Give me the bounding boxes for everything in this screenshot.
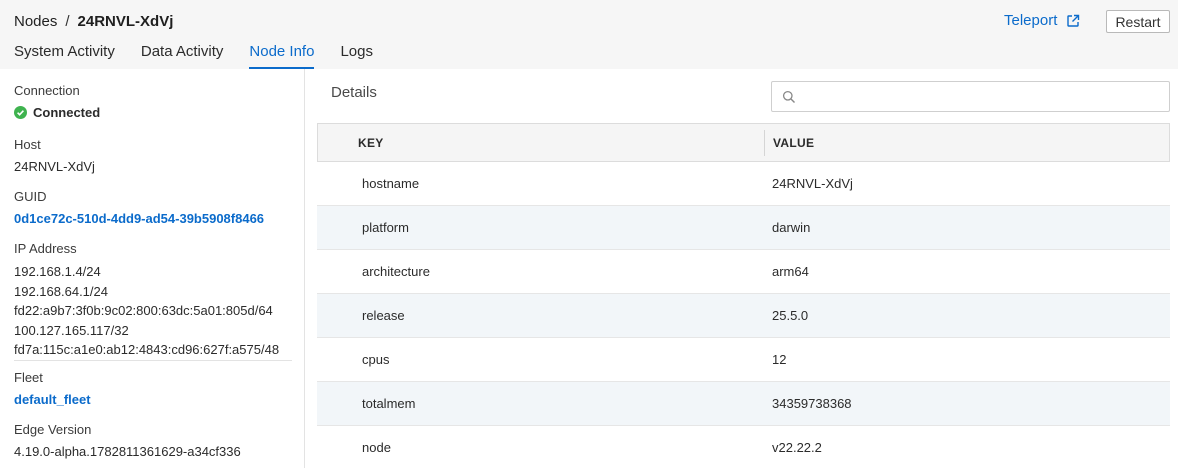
row-key: cpus <box>362 352 390 367</box>
host-value: 24RNVL-XdVj <box>14 159 95 174</box>
teleport-label: Teleport <box>1004 12 1058 29</box>
row-value: 24RNVL-XdVj <box>772 176 853 191</box>
ip-address: 192.168.64.1/24 <box>14 283 108 299</box>
sidebar-divider <box>14 360 292 361</box>
tab-bar: System Activity Data Activity Node Info … <box>14 36 399 69</box>
tab-data-activity[interactable]: Data Activity <box>141 36 224 69</box>
connection-label: Connection <box>14 83 80 98</box>
table-row: node v22.22.2 <box>317 426 1170 468</box>
column-header-value[interactable]: VALUE <box>773 136 814 150</box>
column-divider[interactable] <box>764 130 765 156</box>
table-row: platform darwin <box>317 206 1170 250</box>
connection-status-text: Connected <box>33 105 101 120</box>
breadcrumb-nodes[interactable]: Nodes <box>14 13 57 30</box>
guid-link[interactable]: 0d1ce72c-510d-4dd9-ad54-39b5908f8466 <box>14 211 264 226</box>
details-table: KEY VALUE hostname 24RNVL-XdVj platform … <box>317 123 1170 468</box>
search-icon <box>782 90 795 103</box>
row-key: architecture <box>362 264 430 279</box>
connection-status: Connected <box>14 105 100 120</box>
table-row: hostname 24RNVL-XdVj <box>317 162 1170 206</box>
tab-logs[interactable]: Logs <box>340 36 373 69</box>
edge-version-label: Edge Version <box>14 422 92 437</box>
ip-address: fd22:a9b7:3f0b:9c02:800:63dc:5a01:805d/6… <box>14 303 273 318</box>
row-value: darwin <box>772 220 811 235</box>
ip-address: 192.168.1.4/24 <box>14 264 101 279</box>
row-value: v22.22.2 <box>772 440 822 455</box>
restart-button[interactable]: Restart <box>1106 10 1170 33</box>
column-header-key[interactable]: KEY <box>358 136 384 150</box>
table-row: cpus 12 <box>317 338 1170 382</box>
row-value: arm64 <box>772 264 809 279</box>
host-label: Host <box>14 137 41 152</box>
details-search <box>771 81 1170 112</box>
row-key: release <box>362 308 405 323</box>
breadcrumb: Nodes / 24RNVL-XdVj <box>14 13 173 30</box>
external-link-icon <box>1067 14 1080 27</box>
ip-address: fd7a:115c:a1e0:ab12:4843:cd96:627f:a575/… <box>14 342 280 357</box>
fleet-link[interactable]: default_fleet <box>14 392 91 407</box>
row-key: node <box>362 440 391 455</box>
node-info-sidebar: Connection Connected Host 24RNVL-XdVj GU… <box>0 69 305 468</box>
table-row: release 25.5.0 <box>317 294 1170 338</box>
ip-address-list: 192.168.1.4/24 192.168.64.1/24 fd22:a9b7… <box>14 262 279 360</box>
ip-address-label: IP Address <box>14 241 77 256</box>
check-circle-icon <box>14 106 27 119</box>
tab-system-activity[interactable]: System Activity <box>14 36 115 69</box>
guid-label: GUID <box>14 189 47 204</box>
table-row: totalmem 34359738368 <box>317 382 1170 426</box>
row-value: 34359738368 <box>772 396 852 411</box>
teleport-link[interactable]: Teleport <box>1004 12 1080 29</box>
table-header: KEY VALUE <box>317 123 1170 162</box>
row-key: hostname <box>362 176 420 191</box>
fleet-label: Fleet <box>14 370 43 385</box>
row-value: 25.5.0 <box>772 308 809 323</box>
breadcrumb-separator: / <box>65 13 70 30</box>
row-key: platform <box>362 220 409 235</box>
table-row: architecture arm64 <box>317 250 1170 294</box>
details-heading: Details <box>331 84 377 101</box>
ip-address: 100.127.165.117/32 <box>14 322 129 338</box>
top-bar: Nodes / 24RNVL-XdVj System Activity Data… <box>0 0 1178 69</box>
breadcrumb-current-node: 24RNVL-XdVj <box>77 13 174 30</box>
row-value: 12 <box>772 352 787 367</box>
edge-version-value: 4.19.0-alpha.1782811361629-a34cf336 <box>14 444 241 459</box>
tab-node-info[interactable]: Node Info <box>249 36 315 69</box>
row-key: totalmem <box>362 396 416 411</box>
search-input[interactable] <box>802 86 1162 108</box>
